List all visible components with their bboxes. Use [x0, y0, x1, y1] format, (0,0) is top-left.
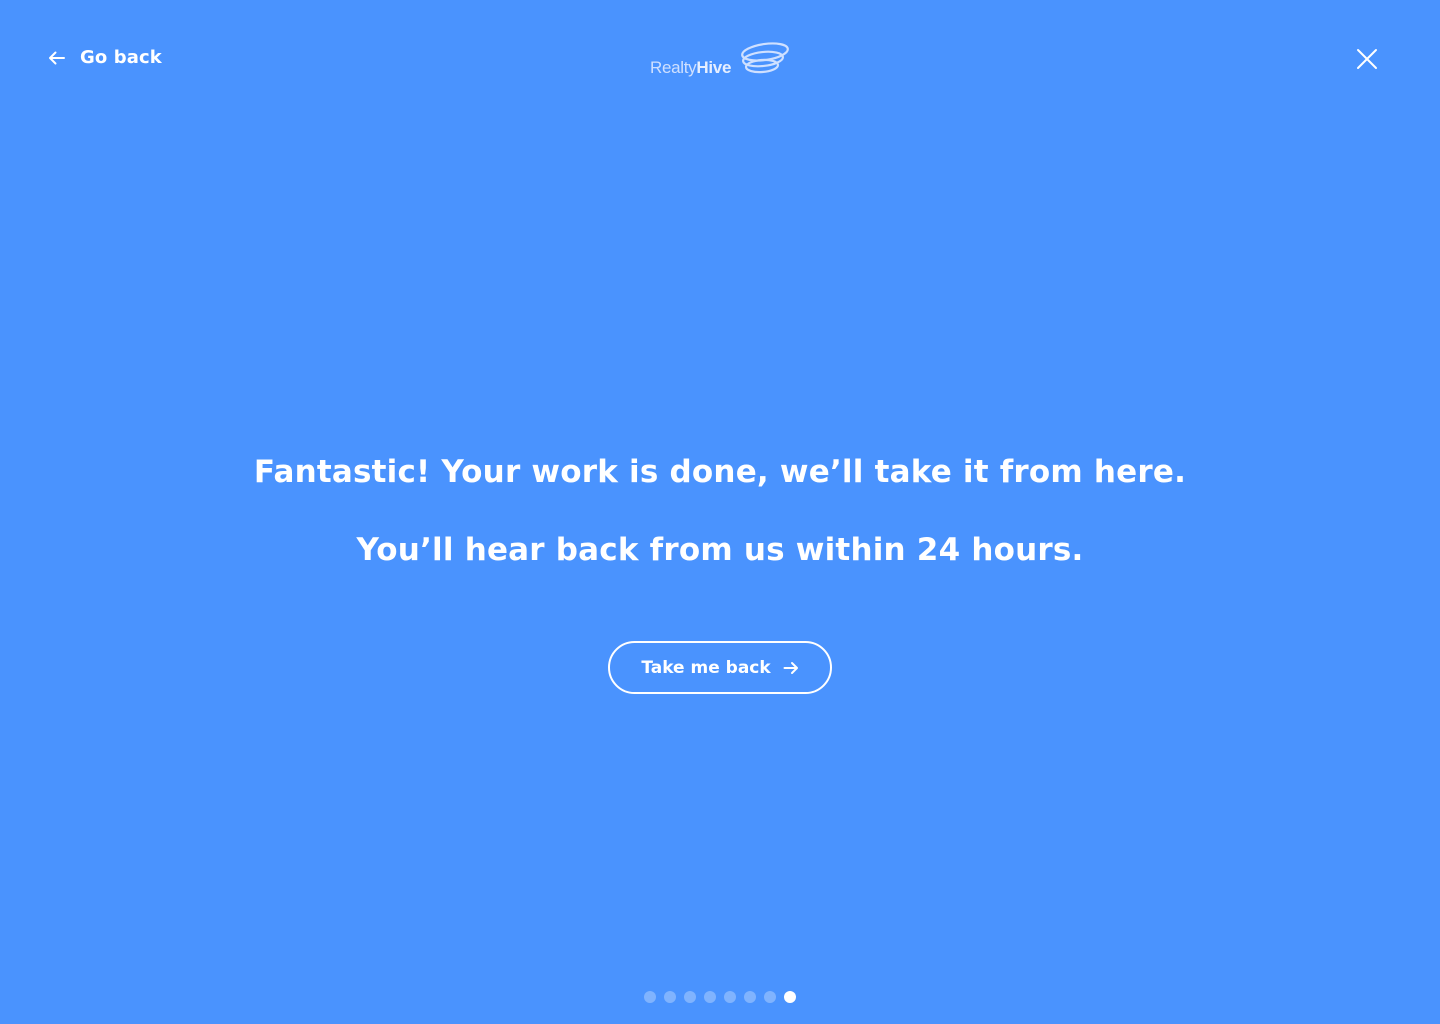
- realtyhive-logo: RealtyHive: [650, 40, 792, 80]
- step-dot[interactable]: [704, 991, 716, 1003]
- step-dot[interactable]: [684, 991, 696, 1003]
- step-dot[interactable]: [764, 991, 776, 1003]
- logo-word-bold: Hive: [696, 58, 732, 77]
- orbit-rings-icon: [741, 42, 789, 74]
- arrow-right-icon: [783, 658, 799, 678]
- take-me-back-button[interactable]: Take me back: [608, 641, 832, 694]
- step-dot[interactable]: [744, 991, 756, 1003]
- logo-word-light: Realty: [650, 58, 697, 77]
- go-back-label: Go back: [80, 47, 162, 68]
- step-dot[interactable]: [784, 991, 796, 1003]
- close-button[interactable]: [1354, 46, 1380, 72]
- step-dot[interactable]: [644, 991, 656, 1003]
- arrow-left-icon: [48, 46, 66, 70]
- go-back-link[interactable]: Go back: [48, 46, 162, 70]
- close-icon: [1357, 49, 1377, 69]
- step-indicator: [644, 991, 796, 1003]
- response-time-message: You’ll hear back from us within 24 hours…: [356, 532, 1084, 568]
- step-dot[interactable]: [664, 991, 676, 1003]
- step-dot[interactable]: [724, 991, 736, 1003]
- take-me-back-label: Take me back: [641, 657, 771, 678]
- confirmation-headline: Fantastic! Your work is done, we’ll take…: [253, 454, 1187, 490]
- logo-wordmark: RealtyHive: [650, 58, 731, 80]
